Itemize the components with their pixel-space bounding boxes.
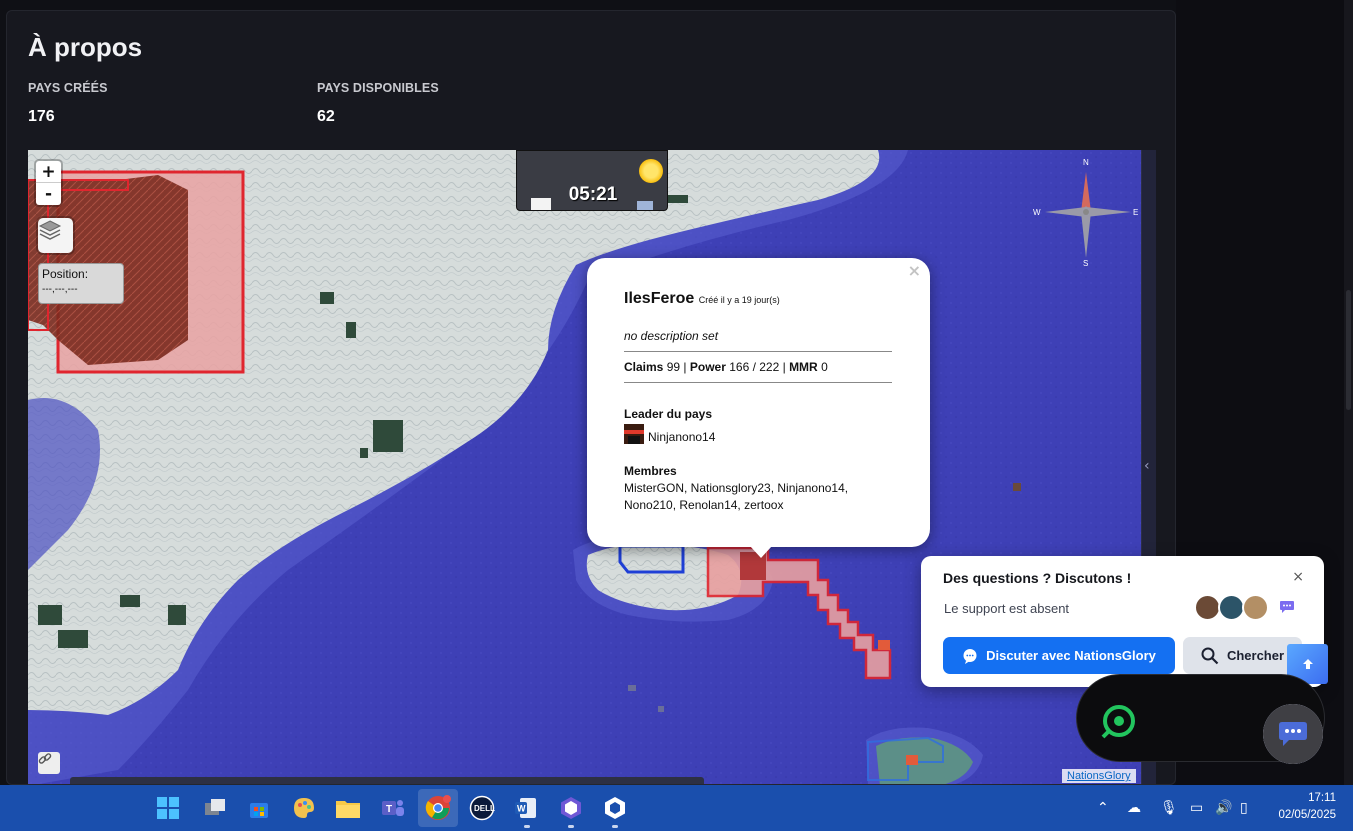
members-list: MisterGON, Nationsglory23, Ninjanono14, … [624,481,849,512]
chat-bubble-icon [1280,601,1294,613]
page-scrollbar-thumb[interactable] [1346,290,1351,410]
windows-start-icon[interactable] [154,794,182,822]
discord-logo-icon[interactable] [1098,700,1140,742]
compass-s: S [1083,259,1089,268]
svg-text:DELL: DELL [474,804,495,813]
chevron-left-icon[interactable]: ‹ [1144,458,1150,474]
mmr-label: MMR [789,360,818,374]
message-icon [963,648,977,664]
layers-icon [38,220,62,240]
mmr-value: 0 [821,360,828,374]
country-name: IlesFeroe [624,290,695,307]
position-label: Position: [42,267,89,281]
link-icon [38,753,52,764]
leader-name: Ninjanono14 [648,430,716,444]
discuss-button-label: Discuter avec NationsGlory [986,648,1156,663]
layers-button[interactable] [38,218,73,253]
app-cube-icon[interactable] [601,794,629,822]
compass-rose: N S W E [1033,158,1139,268]
running-indicator [568,825,574,828]
stat-value: 62 [317,108,335,125]
task-view-icon[interactable] [201,794,229,822]
map-attribution-link[interactable]: NationsGlory [1062,769,1136,783]
sun-icon [639,159,663,183]
search-button-label: Chercher [1226,648,1285,663]
teams-icon[interactable]: T [379,794,407,822]
clock-decoration [531,198,551,210]
chrome-icon[interactable] [424,794,452,822]
clock-decoration [637,201,653,210]
running-indicator [524,825,530,828]
page-title: À propos [28,32,143,62]
chevron-up-icon[interactable]: ⌃ [1097,800,1109,816]
stat-value: 176 [28,108,55,125]
stat-countries-created: PAYS CRÉÉS 176 [28,81,108,126]
compass-icon [1045,172,1131,258]
leader-avatar [624,424,644,444]
clock-date[interactable]: 02/05/2025 [1270,809,1336,821]
chat-icon [1279,722,1307,746]
country-name-line: IlesFeroe Créé il y a 19 jour(s) [624,290,892,308]
arrow-up-icon [1302,659,1313,669]
map-bottom-bar [70,777,704,784]
display-icon[interactable]: ▭ [1190,800,1203,816]
game-clock: 05:21 [516,150,668,211]
paint-icon[interactable] [290,794,318,822]
members-heading: Membres [624,464,677,478]
svg-text:T: T [386,804,392,815]
country-description: no description set [624,329,892,352]
claims-value: 99 [666,360,681,374]
power-label: Power [689,360,726,374]
clock-time[interactable]: 17:11 [1300,792,1336,804]
zoom-control: + - [36,161,61,205]
svg-text:W: W [517,804,526,814]
discuss-button[interactable]: Discuter avec NationsGlory [943,637,1175,674]
running-indicator [612,825,618,828]
compass-n: N [1083,158,1089,167]
microphone-icon[interactable]: 🎙 [1160,800,1178,816]
support-avatars [1194,594,1269,621]
avatar [1194,594,1221,621]
leader-row: Ninjanono14 [624,424,892,444]
file-explorer-icon[interactable] [334,794,362,822]
dell-icon[interactable]: DELL [468,794,496,822]
chat-close-button[interactable]: × [1292,569,1304,585]
microsoft-store-icon[interactable] [245,794,273,822]
popup-tip [750,546,772,558]
chat-launcher-button[interactable] [1263,704,1323,764]
link-button[interactable] [38,752,60,774]
avatar [1218,594,1245,621]
volume-icon[interactable]: 🔊 [1215,800,1232,816]
stat-countries-available: PAYS DISPONIBLES 62 [317,81,439,126]
zoom-in-button[interactable]: + [36,161,61,183]
support-chat-widget: Des questions ? Discutons ! × Le support… [921,556,1324,687]
word-icon[interactable]: W [512,794,540,822]
country-created: Créé il y a 19 jour(s) [698,295,780,305]
compass-w: W [1033,208,1041,217]
stat-label: PAYS CRÉÉS [28,81,108,95]
zoom-out-button[interactable]: - [36,183,61,205]
country-stats: Claims 99 | Power 166 / 222 | MMR 0 [624,352,892,383]
windows-taskbar: T DELL W ⌃ ☁ 🎙 ▭ 🔊 ▯ 17:11 02/05/2025 [0,785,1353,831]
position-readout: Position: ---,---,--- [38,263,124,304]
compass-e: E [1133,208,1139,217]
world-map[interactable]: ‹ + - Position: ---,---,--- 05:21 N S W … [28,150,1156,784]
virtualbox-icon[interactable] [557,794,585,822]
position-value: ---,---,--- [42,284,78,295]
chat-status: Le support est absent [944,601,1070,616]
power-value: 166 / 222 [729,360,780,374]
chat-title: Des questions ? Discutons ! [943,570,1132,586]
search-icon [1201,647,1219,664]
claims-label: Claims [624,360,664,374]
search-button[interactable]: Chercher [1183,637,1302,674]
avatar [1242,594,1269,621]
leader-heading: Leader du pays [624,407,713,421]
battery-icon[interactable]: ▯ [1240,800,1248,816]
stat-label: PAYS DISPONIBLES [317,81,439,95]
popup-close-button[interactable]: × [908,261,921,280]
onedrive-icon[interactable]: ☁ [1127,800,1141,816]
country-popup: × IlesFeroe Créé il y a 19 jour(s) no de… [587,258,930,547]
